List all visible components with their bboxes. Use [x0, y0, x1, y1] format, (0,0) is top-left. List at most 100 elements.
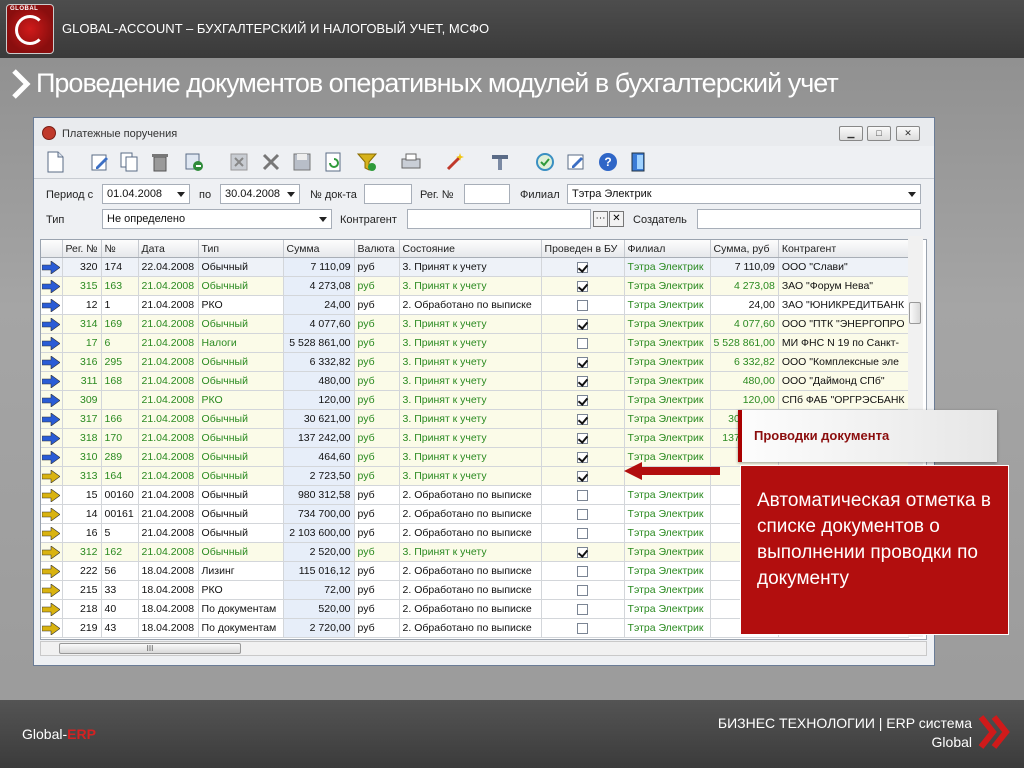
col-header-counterparty[interactable]: Контрагент [778, 240, 909, 258]
cell-date: 21.04.2008 [138, 466, 199, 486]
posted-checkbox[interactable] [577, 470, 589, 482]
minimize-button[interactable]: ▁ [839, 126, 863, 141]
posted-checkbox[interactable] [577, 584, 589, 596]
cell-currency: руб [354, 409, 400, 429]
cell-sum-rub: 7 110,09 [710, 257, 779, 277]
counterparty-clear-button[interactable]: ✕ [609, 211, 624, 227]
note-icon[interactable] [565, 151, 587, 173]
cell-type: Обычный [198, 542, 284, 562]
exit-icon[interactable] [628, 151, 650, 173]
posted-checkbox[interactable] [577, 603, 589, 615]
wand-icon[interactable] [444, 151, 466, 173]
col-header-state[interactable]: Состояние [399, 240, 542, 258]
delete-icon[interactable] [149, 151, 171, 173]
dropdown-arrow-icon[interactable] [177, 192, 185, 197]
cell-sum-rub: 6 332,82 [710, 352, 779, 372]
refresh-icon[interactable] [323, 151, 345, 173]
print-icon[interactable] [400, 151, 422, 173]
posted-checkbox[interactable] [577, 451, 589, 463]
cell-currency: руб [354, 276, 400, 296]
vertical-scrollbar-thumb[interactable] [909, 302, 921, 324]
maximize-button[interactable]: □ [867, 126, 891, 141]
cell-state: 3. Принят к учету [399, 352, 542, 372]
col-header-reg-no[interactable]: Рег. № [62, 240, 102, 258]
cell-currency: руб [354, 428, 400, 448]
posted-checkbox[interactable] [577, 432, 589, 444]
save-icon[interactable] [291, 151, 313, 173]
col-header-sum-rub[interactable]: Сумма, руб [710, 240, 779, 258]
posted-checkbox[interactable] [577, 546, 589, 558]
period-to-field[interactable]: 30.04.2008 [220, 184, 300, 204]
posted-checkbox[interactable] [577, 413, 589, 425]
posted-checkbox[interactable] [577, 489, 589, 501]
table-row[interactable]: 315 163 21.04.2008 Обычный 4 273,08 руб 3. При… [41, 276, 909, 296]
col-header-date[interactable]: Дата [138, 240, 199, 258]
period-from-value: 01.04.2008 [107, 188, 163, 200]
posted-checkbox[interactable] [577, 318, 589, 330]
col-header-currency[interactable]: Валюта [354, 240, 400, 258]
dropdown-arrow-icon[interactable] [908, 192, 916, 197]
table-row[interactable]: 311 168 21.04.2008 Обычный 480,00 руб 3. Приня… [41, 371, 909, 391]
copy-icon[interactable] [118, 151, 140, 173]
table-row[interactable]: 316 295 21.04.2008 Обычный 6 332,82 руб 3. При… [41, 352, 909, 372]
col-header-sum[interactable]: Сумма [283, 240, 355, 258]
branch-select[interactable]: Тэтра Электрик [567, 184, 921, 204]
cell-date: 21.04.2008 [138, 352, 199, 372]
horizontal-scrollbar[interactable]: III [40, 641, 927, 656]
posted-checkbox[interactable] [577, 622, 589, 634]
col-header-type[interactable]: Тип [198, 240, 284, 258]
posted-checkbox[interactable] [577, 337, 589, 349]
filter-icon[interactable] [356, 151, 378, 173]
dropdown-arrow-icon[interactable] [319, 217, 327, 222]
cell-currency: руб [354, 466, 400, 486]
col-header-posted[interactable]: Проведен в БУ [541, 240, 625, 258]
posted-checkbox[interactable] [577, 375, 589, 387]
row-arrow [41, 580, 63, 600]
posted-checkbox[interactable] [577, 394, 589, 406]
scrollbar-thumb[interactable]: III [59, 643, 241, 654]
cancel-icon[interactable] [228, 151, 250, 173]
type-select[interactable]: Не определено [102, 209, 332, 229]
table-row[interactable]: 314 169 21.04.2008 Обычный 4 077,60 руб 3. При… [41, 314, 909, 334]
table-row[interactable]: 17 6 21.04.2008 Налоги 5 528 861,00 руб 3. При… [41, 333, 909, 353]
posted-checkbox[interactable] [577, 299, 589, 311]
col-header-no[interactable]: № [101, 240, 139, 258]
cell-posted [541, 352, 625, 372]
posted-checkbox[interactable] [577, 356, 589, 368]
table-row[interactable]: 12 1 21.04.2008 РКО 24,00 руб 2. Обработано по… [41, 295, 909, 315]
posted-checkbox[interactable] [577, 280, 589, 292]
posted-checkbox[interactable] [577, 527, 589, 539]
edit-icon[interactable] [89, 151, 111, 173]
cell-sum: 2 723,50 [283, 466, 355, 486]
reg-no-input[interactable] [464, 184, 510, 204]
period-to-label: по [199, 189, 212, 201]
creator-input[interactable] [697, 209, 921, 229]
counterparty-input[interactable] [407, 209, 591, 229]
sync-icon[interactable] [534, 151, 556, 173]
dropdown-arrow-icon[interactable] [287, 192, 295, 197]
close-button[interactable]: ✕ [896, 126, 920, 141]
move-icon[interactable] [183, 151, 205, 173]
cell-currency: руб [354, 580, 400, 600]
cell-sum-rub: 24,00 [710, 295, 779, 315]
cell-branch: Тэтра Электрик [624, 618, 711, 638]
doc-no-input[interactable] [364, 184, 412, 204]
period-from-field[interactable]: 01.04.2008 [102, 184, 190, 204]
reg-no-label: Рег. № [420, 189, 454, 201]
col-header-branch[interactable]: Филиал [624, 240, 711, 258]
cell-currency: руб [354, 333, 400, 353]
new-document-icon[interactable] [44, 151, 66, 173]
counterparty-browse-button[interactable]: ⋯ [593, 211, 608, 227]
col-header-marker[interactable] [41, 240, 63, 258]
table-row[interactable]: 309 21.04.2008 РКО 120,00 руб 3. Принят к уче… [41, 390, 909, 410]
close-x-icon[interactable] [260, 151, 282, 173]
posted-checkbox[interactable] [577, 261, 589, 273]
table-row[interactable]: 320 174 22.04.2008 Обычный 7 110,09 руб 3. При… [41, 257, 909, 277]
type-value: Не определено [107, 213, 186, 225]
row-arrow-icon [42, 355, 61, 369]
posted-checkbox[interactable] [577, 565, 589, 577]
help-icon[interactable]: ? [597, 151, 619, 173]
cell-counterparty: МИ ФНС N 19 по Санкт- [778, 333, 909, 353]
tools-icon[interactable] [489, 151, 511, 173]
posted-checkbox[interactable] [577, 508, 589, 520]
